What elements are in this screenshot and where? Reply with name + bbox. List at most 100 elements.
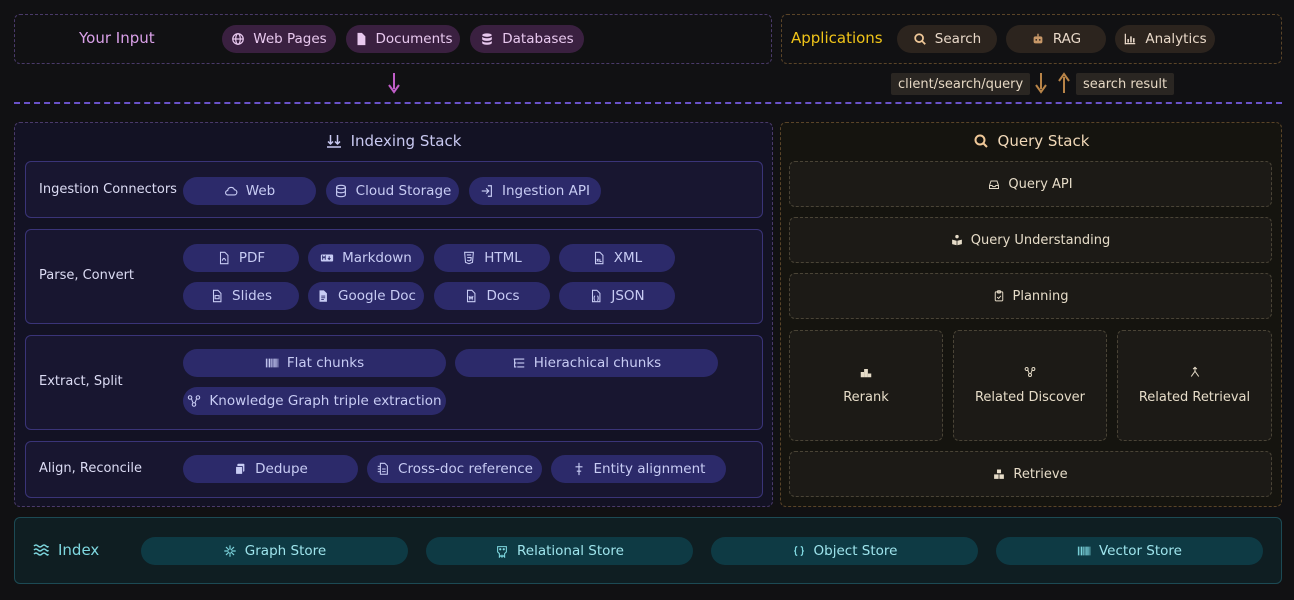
indexing-stack-title: Indexing Stack: [350, 132, 462, 150]
input-databases-label: Databases: [502, 31, 574, 47]
align-dedupe-label: Dedupe: [255, 461, 308, 477]
chunk-hierarchical[interactable]: Hierachical chunks: [455, 349, 718, 377]
input-documents[interactable]: Documents: [346, 25, 460, 53]
app-analytics-label: Analytics: [1145, 31, 1207, 47]
query-stack-title: Query Stack: [997, 132, 1090, 150]
copy-icon: [235, 463, 245, 475]
format-xml-label: XML: [613, 250, 643, 266]
rerank-box[interactable]: Rerank: [789, 330, 943, 441]
store-relational[interactable]: Relational Store: [426, 537, 693, 565]
search-icon: [914, 33, 926, 45]
water-icon: [33, 544, 49, 556]
input-documents-label: Documents: [375, 31, 453, 47]
bar-chart-icon: [1125, 33, 1136, 45]
connector-cloud-storage-label: Cloud Storage: [355, 183, 452, 199]
app-rag-label: RAG: [1052, 31, 1082, 47]
connector-ingestion-api[interactable]: Ingestion API: [469, 177, 601, 205]
input-databases[interactable]: Databases: [470, 25, 584, 53]
elephant-icon: [497, 546, 507, 558]
word-file-icon: [467, 289, 476, 303]
pdf-file-icon: [219, 251, 229, 265]
format-html-label: HTML: [484, 250, 522, 266]
arrow-down-icon: [388, 73, 400, 94]
barcode-icon: [1077, 546, 1091, 556]
related-retrieval-label: Related Retrieval: [1138, 390, 1251, 405]
indexing-stack-header: Indexing Stack: [14, 132, 773, 150]
arrow-down-icon: [1035, 73, 1047, 94]
app-analytics[interactable]: Analytics: [1115, 25, 1215, 53]
app-search-label: Search: [934, 31, 982, 47]
store-vector-label: Vector Store: [1099, 543, 1182, 559]
planning-label: Planning: [1012, 288, 1069, 304]
connector-web[interactable]: Web: [183, 177, 316, 205]
inbox-icon: [989, 180, 1000, 189]
format-html[interactable]: HTML: [434, 244, 550, 272]
query-understanding-layer[interactable]: Query Understanding: [789, 217, 1272, 263]
format-xml[interactable]: XML: [559, 244, 675, 272]
globe-icon: [232, 33, 245, 45]
connector-web-label: Web: [245, 183, 276, 199]
store-object[interactable]: Object Store: [711, 537, 978, 565]
file-link-icon: [377, 462, 388, 475]
store-vector[interactable]: Vector Store: [996, 537, 1263, 565]
format-markdown[interactable]: Markdown: [308, 244, 424, 272]
applications-title: Applications: [791, 29, 883, 47]
barcode-icon: [265, 358, 279, 368]
json-file-icon: [592, 289, 601, 303]
format-docs[interactable]: Docs: [434, 282, 550, 310]
search-icon: [974, 134, 988, 148]
format-json[interactable]: JSON: [559, 282, 675, 310]
connector-ingestion-api-label: Ingestion API: [502, 183, 590, 199]
format-pdf[interactable]: PDF: [183, 244, 299, 272]
app-rag[interactable]: RAG: [1006, 25, 1106, 53]
align-cross-doc-reference[interactable]: Cross-doc reference: [367, 455, 542, 483]
input-title: Your Input: [79, 29, 155, 47]
format-slides[interactable]: Slides: [183, 282, 299, 310]
format-json-label: JSON: [611, 288, 645, 304]
index-title: Index: [58, 541, 100, 559]
download-icon: [326, 135, 341, 148]
input-web-pages[interactable]: Web Pages: [222, 25, 336, 53]
row-label-ingestion: Ingestion Connectors: [39, 182, 177, 197]
kg-triple-extraction[interactable]: Knowledge Graph triple extraction: [183, 387, 446, 415]
format-google-doc[interactable]: Google Doc: [308, 282, 424, 310]
format-markdown-label: Markdown: [342, 250, 412, 266]
braces-icon: [793, 546, 804, 556]
store-graph-label: Graph Store: [244, 543, 327, 559]
align-cross-doc-reference-label: Cross-doc reference: [398, 461, 533, 477]
book-reader-icon: [951, 234, 962, 246]
row-label-extract: Extract, Split: [39, 374, 123, 389]
chunk-hierarchical-label: Hierachical chunks: [533, 355, 662, 371]
align-entity-alignment[interactable]: Entity alignment: [551, 455, 726, 483]
related-retrieval-box[interactable]: Related Retrieval: [1117, 330, 1272, 441]
related-discover-box[interactable]: Related Discover: [953, 330, 1107, 441]
planning-layer[interactable]: Planning: [789, 273, 1272, 319]
robot-icon: [1033, 33, 1043, 44]
rerank-label: Rerank: [843, 390, 889, 405]
query-api-layer[interactable]: Query API: [789, 161, 1272, 207]
sign-in-icon: [481, 185, 492, 197]
cloud-icon: [224, 186, 238, 196]
database-icon: [335, 184, 346, 198]
query-api-label: Query API: [1008, 176, 1073, 192]
flow-request-label: client/search/query: [891, 73, 1031, 95]
chunk-flat[interactable]: Flat chunks: [183, 349, 446, 377]
app-search[interactable]: Search: [897, 25, 997, 53]
store-relational-label: Relational Store: [517, 543, 624, 559]
document-icon: [357, 32, 365, 46]
connector-cloud-storage[interactable]: Cloud Storage: [326, 177, 459, 205]
index-header: Index: [33, 541, 99, 559]
store-graph[interactable]: Graph Store: [141, 537, 408, 565]
divider-line: [14, 102, 1282, 104]
align-dedupe[interactable]: Dedupe: [183, 455, 358, 483]
flow-response-label: search result: [1076, 73, 1175, 95]
kg-triple-extraction-label: Knowledge Graph triple extraction: [209, 393, 442, 409]
podium-icon: [860, 369, 872, 378]
align-center-icon: [575, 462, 583, 476]
chunk-flat-label: Flat chunks: [286, 355, 365, 371]
format-google-doc-label: Google Doc: [338, 288, 416, 304]
format-pdf-label: PDF: [238, 250, 266, 266]
row-label-align: Align, Reconcile: [39, 461, 143, 476]
google-doc-icon: [319, 290, 327, 302]
retrieve-layer[interactable]: Retrieve: [789, 451, 1272, 497]
